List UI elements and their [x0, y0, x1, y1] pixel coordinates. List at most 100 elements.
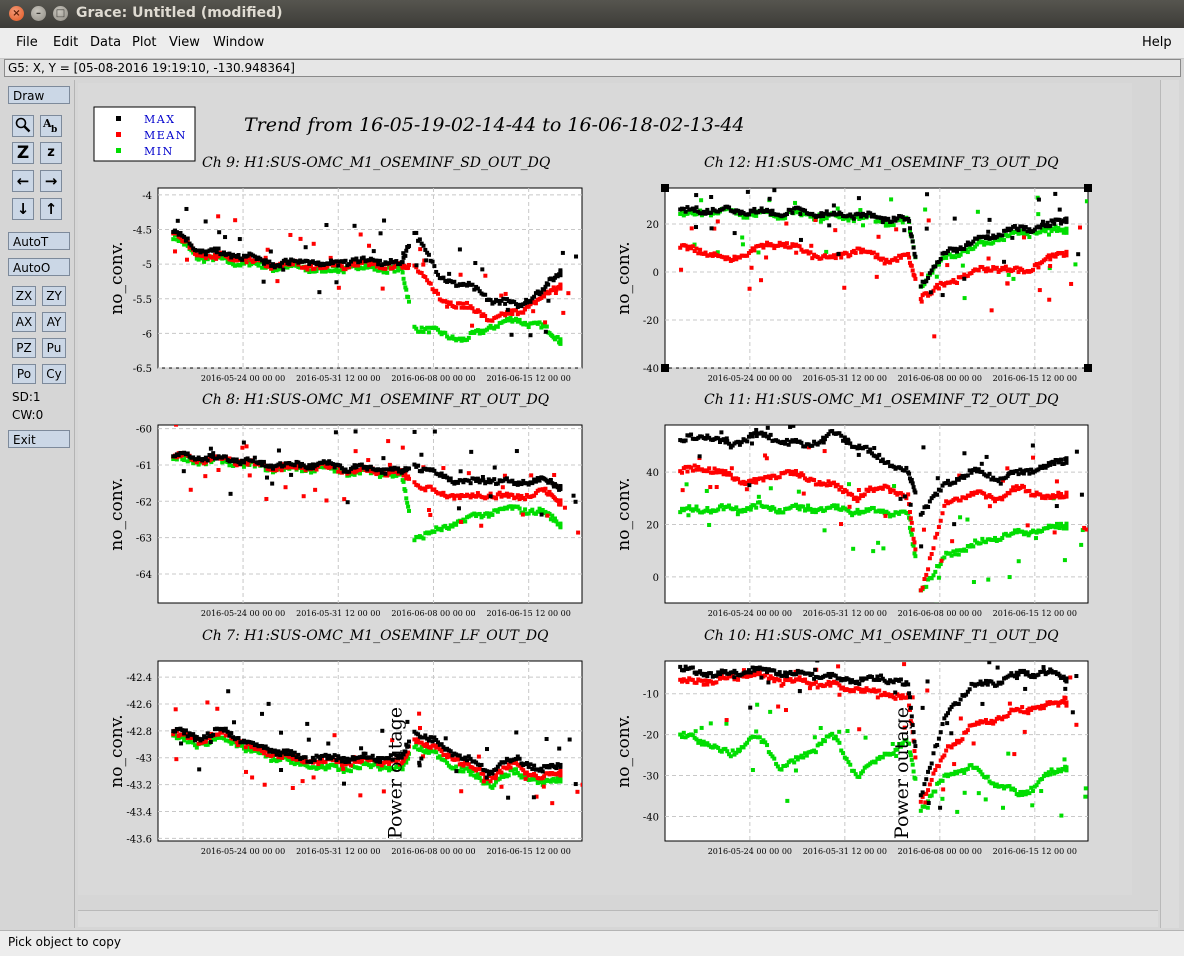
menu-plot[interactable]: Plot	[132, 35, 157, 50]
zoom-button[interactable]: Z	[12, 142, 34, 164]
data-point	[481, 771, 486, 776]
menu-data[interactable]: Data	[90, 35, 121, 50]
data-point	[809, 243, 814, 248]
data-point	[694, 246, 699, 251]
data-point	[434, 750, 439, 755]
zoom-tool-button[interactable]	[12, 115, 34, 137]
data-point	[441, 466, 446, 471]
data-point	[923, 207, 928, 212]
graph-canvas[interactable]: Trend from 16-05-19-02-14-44 to 16-06-18…	[78, 83, 1132, 895]
data-point	[270, 481, 275, 486]
data-point	[922, 782, 927, 787]
menu-view[interactable]: View	[169, 35, 200, 50]
ax-button[interactable]: AX	[12, 312, 36, 332]
draw-button[interactable]: Draw	[8, 86, 70, 104]
data-point	[723, 469, 728, 474]
data-point	[261, 261, 266, 266]
po-button[interactable]: Po	[12, 364, 36, 384]
data-point	[925, 805, 930, 810]
data-point	[830, 731, 835, 736]
scroll-right-button[interactable]: →	[40, 170, 62, 192]
text-tool-button[interactable]: Ab	[40, 115, 62, 137]
minimize-icon[interactable]: –	[31, 6, 46, 21]
ay-button[interactable]: AY	[42, 312, 66, 332]
data-point	[216, 467, 221, 472]
unzoom-button[interactable]: z	[40, 142, 62, 164]
data-point	[528, 299, 533, 304]
data-point	[448, 476, 453, 481]
chart-panel: Ch 11: H1:SUS-OMC_M1_OSEMINF_T2_OUT_DQ40…	[614, 392, 1089, 618]
data-point	[309, 759, 314, 764]
data-point	[573, 499, 578, 504]
autoo-button[interactable]: AutoO	[8, 258, 70, 276]
y-tick-label: 20	[646, 520, 659, 531]
data-point	[468, 481, 473, 486]
close-icon[interactable]: ×	[9, 6, 24, 21]
data-point	[1030, 443, 1035, 448]
data-point	[777, 678, 782, 683]
data-point	[861, 223, 866, 228]
menu-help[interactable]: Help	[1142, 35, 1172, 50]
cy-button[interactable]: Cy	[42, 364, 66, 384]
horizontal-scrollbar[interactable]	[78, 910, 1158, 927]
data-point	[1046, 232, 1051, 237]
y-tick-label: -62	[136, 497, 152, 508]
data-point	[461, 763, 466, 768]
data-point	[694, 504, 699, 509]
data-point	[454, 305, 459, 310]
data-point	[853, 250, 858, 255]
data-point	[374, 258, 379, 263]
pz-button[interactable]: PZ	[12, 338, 36, 358]
figure-svg: Trend from 16-05-19-02-14-44 to 16-06-18…	[93, 106, 1092, 856]
data-point	[261, 279, 266, 284]
data-point	[935, 282, 940, 287]
data-point	[965, 766, 970, 771]
y-tick-label: -4.5	[133, 226, 152, 237]
data-point	[940, 511, 945, 516]
data-point	[872, 446, 877, 451]
data-point	[520, 512, 525, 517]
data-point	[558, 268, 563, 273]
data-point	[928, 290, 933, 295]
scroll-up-button[interactable]: ↑	[40, 198, 62, 220]
data-point	[303, 245, 308, 250]
exit-button[interactable]: Exit	[8, 430, 70, 448]
zy-button[interactable]: ZY	[42, 286, 66, 306]
data-point	[801, 504, 806, 509]
zx-button[interactable]: ZX	[12, 286, 36, 306]
pu-button[interactable]: Pu	[42, 338, 66, 358]
data-point	[573, 782, 578, 787]
scroll-left-button[interactable]: ←	[12, 170, 34, 192]
data-point	[747, 286, 752, 291]
data-point	[1041, 665, 1046, 670]
maximize-icon[interactable]: □	[53, 6, 68, 21]
data-point	[777, 475, 782, 480]
data-point	[962, 296, 967, 301]
data-point	[735, 512, 740, 517]
data-point	[378, 231, 383, 236]
data-point	[287, 261, 292, 266]
data-point	[690, 468, 695, 473]
data-point	[1007, 575, 1012, 580]
data-point	[909, 234, 914, 239]
data-point	[223, 454, 228, 459]
data-point	[704, 652, 708, 656]
data-point	[306, 737, 311, 742]
data-point	[873, 760, 878, 765]
menu-edit[interactable]: Edit	[53, 35, 78, 50]
data-point	[708, 210, 713, 215]
data-point	[764, 255, 769, 260]
data-point	[416, 463, 421, 468]
vertical-scrollbar[interactable]	[1160, 80, 1179, 928]
menu-file[interactable]: File	[16, 35, 38, 50]
data-point	[226, 689, 231, 694]
data-point	[1059, 813, 1064, 818]
data-point	[283, 257, 288, 262]
data-point	[772, 756, 777, 761]
data-point	[514, 449, 519, 454]
autot-button[interactable]: AutoT	[8, 232, 70, 250]
scroll-down-button[interactable]: ↓	[12, 198, 34, 220]
menu-window[interactable]: Window	[213, 35, 264, 50]
data-point	[402, 281, 407, 286]
data-point	[330, 462, 335, 467]
